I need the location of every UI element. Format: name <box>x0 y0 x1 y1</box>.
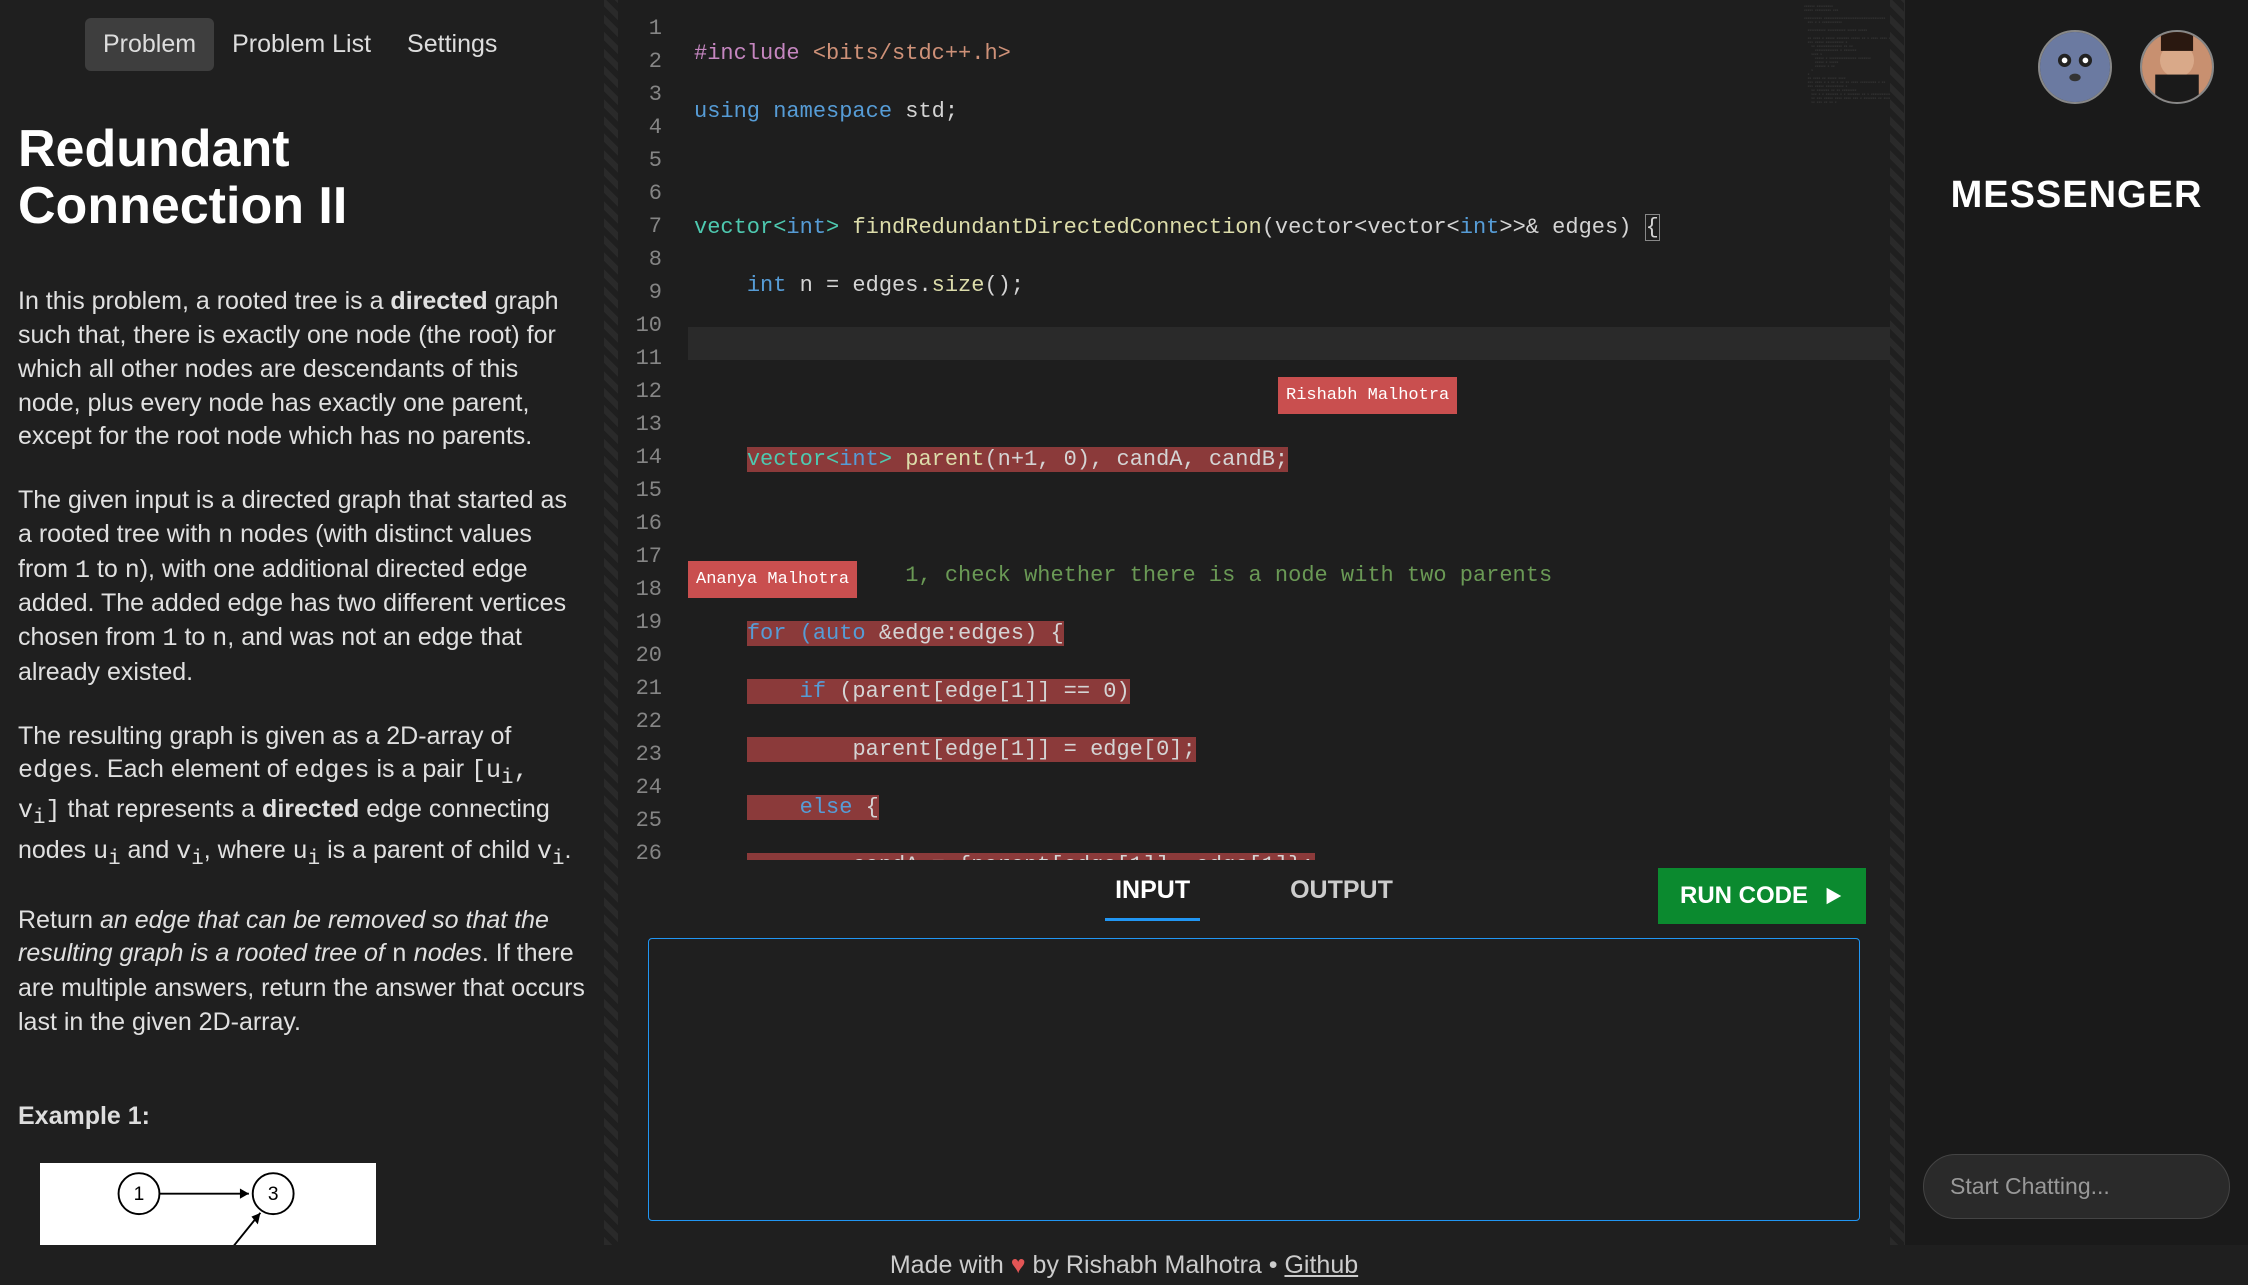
problem-paragraph: The given input is a directed graph that… <box>18 484 586 690</box>
left-panel: Problem Problem List Settings Redundant … <box>0 0 604 1245</box>
svg-text:3: 3 <box>268 1185 279 1206</box>
tab-problem-list[interactable]: Problem List <box>214 18 389 71</box>
editor[interactable]: 1234567891011121314151617181920212223242… <box>618 0 1890 860</box>
editor-gutter: 1234567891011121314151617181920212223242… <box>618 0 688 860</box>
example-diagram: 1 3 <box>40 1163 376 1245</box>
tab-bar: Problem Problem List Settings <box>0 0 604 81</box>
run-code-button[interactable]: RUN CODE <box>1658 868 1866 924</box>
io-tabs: INPUT OUTPUT RUN CODE <box>618 860 1890 920</box>
problem-content[interactable]: Redundant Connection II In this problem,… <box>0 81 604 1245</box>
splitter[interactable] <box>1890 0 1904 1245</box>
example-heading: Example 1: <box>18 1100 586 1134</box>
chat-input[interactable]: Start Chatting... <box>1923 1154 2230 1219</box>
footer: Made with ♥ by Rishabh Malhotra • Github <box>0 1245 2248 1285</box>
heart-icon: ♥ <box>1011 1251 1026 1279</box>
code-area[interactable]: #include <bits/stdc++.h> using namespace… <box>688 0 1890 860</box>
minimap[interactable]: xxxxxx xxxxxxxxx xxxxx xxxxxxxxx xxx xxx… <box>1800 0 1890 860</box>
tab-problem[interactable]: Problem <box>85 18 214 71</box>
play-icon <box>1822 885 1844 907</box>
problem-title: Redundant Connection II <box>18 121 586 235</box>
input-textarea[interactable] <box>648 938 1860 1221</box>
messenger-title: MESSENGER <box>1905 174 2248 217</box>
io-tab-input[interactable]: INPUT <box>1065 862 1240 919</box>
avatar[interactable] <box>2140 30 2214 104</box>
problem-paragraph: In this problem, a rooted tree is a dire… <box>18 285 586 454</box>
main-area: Problem Problem List Settings Redundant … <box>0 0 2248 1245</box>
avatars <box>1905 0 2248 114</box>
problem-paragraph: The resulting graph is given as a 2D-arr… <box>18 720 586 874</box>
problem-paragraph: Return an edge that can be removed so th… <box>18 904 586 1040</box>
io-tab-output[interactable]: OUTPUT <box>1240 862 1443 919</box>
avatar[interactable] <box>2038 30 2112 104</box>
collab-cursor-tag: Ananya Malhotra <box>688 561 857 598</box>
splitter[interactable] <box>604 0 618 1245</box>
github-link[interactable]: Github <box>1284 1251 1358 1279</box>
collab-cursor-tag: Rishabh Malhotra <box>1278 377 1457 414</box>
tab-settings[interactable]: Settings <box>389 18 515 71</box>
svg-text:1: 1 <box>134 1185 145 1206</box>
middle-panel: 1234567891011121314151617181920212223242… <box>618 0 1890 1245</box>
right-panel: MESSENGER Start Chatting... <box>1904 0 2248 1245</box>
io-panel: INPUT OUTPUT RUN CODE <box>618 860 1890 1245</box>
